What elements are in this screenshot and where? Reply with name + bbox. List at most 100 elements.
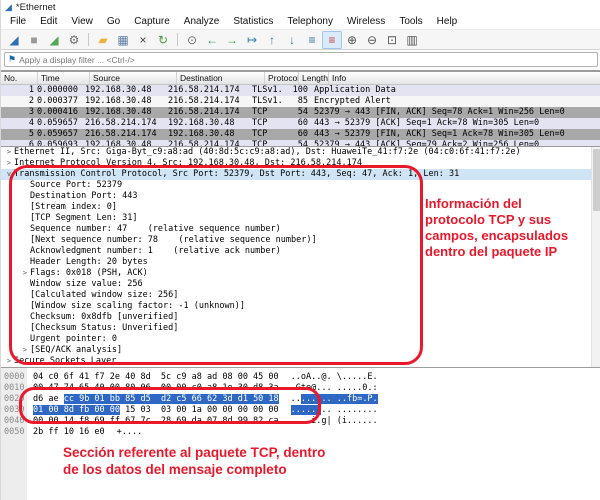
previous-packet-icon[interactable]: ← bbox=[202, 31, 222, 49]
menu-item-capture[interactable]: Capture bbox=[127, 15, 177, 29]
detail-line-1[interactable]: >Internet Protocol Version 4, Src: 192.1… bbox=[1, 158, 600, 169]
restart-capture-icon[interactable]: ◢ bbox=[44, 31, 64, 49]
find-packet-icon[interactable]: ⊙ bbox=[182, 31, 202, 49]
collapsed-arrow-icon[interactable]: > bbox=[20, 345, 30, 356]
display-filter-input[interactable] bbox=[19, 54, 597, 65]
row-gutter bbox=[1, 85, 9, 96]
cell-source: 192.168.30.48 bbox=[85, 96, 168, 107]
auto-scroll-icon[interactable]: ≡ bbox=[302, 31, 322, 49]
hex-bytes: 04 c0 6f 41 f7 2e 40 8d 5c c9 a8 ad 08 0… bbox=[33, 372, 279, 382]
collapsed-arrow-icon[interactable]: > bbox=[4, 158, 14, 169]
detail-line-13[interactable]: [Calculated window size: 256] bbox=[1, 290, 600, 301]
annotation-tcp-section: Sección referente al paquete TCP, dentro… bbox=[63, 444, 393, 478]
hex-bytes: d6 ae cc 9b 01 bb 85 d5 d2 c5 66 62 3d d… bbox=[33, 394, 279, 404]
menu-item-telephony[interactable]: Telephony bbox=[280, 15, 340, 29]
start-capture-icon[interactable]: ◢ bbox=[4, 31, 24, 49]
detail-text: Checksum: 0x8dfb [unverified] bbox=[30, 312, 178, 322]
packet-row-4[interactable]: 40.059657216.58.214.174192.168.30.48TCP6… bbox=[1, 118, 600, 129]
colorize-packets-icon[interactable]: ≡ bbox=[322, 31, 342, 49]
detail-text: Urgent pointer: 0 bbox=[30, 334, 117, 344]
window-title: *Ethernet bbox=[16, 2, 56, 13]
cell-info: 443 → 52379 [FIN, ACK] Seq=1 Ack=78 Win=… bbox=[308, 129, 600, 140]
zoom-in-icon[interactable]: ⊕ bbox=[342, 31, 362, 49]
reload-file-icon[interactable]: ↻ bbox=[153, 31, 173, 49]
resize-columns-icon[interactable]: ▥ bbox=[402, 31, 422, 49]
hex-row-0030[interactable]: 003001 00 8d fb 00 00 15 03 03 00 1a 00 … bbox=[1, 405, 600, 416]
detail-text: Flags: 0x018 (PSH, ACK) bbox=[30, 268, 148, 278]
hex-row-0000[interactable]: 000004 c0 6f 41 f7 2e 40 8d 5c c9 a8 ad … bbox=[1, 372, 600, 383]
cell-destination: 192.168.30.48 bbox=[168, 129, 252, 140]
menu-item-wireless[interactable]: Wireless bbox=[340, 15, 392, 29]
menu-item-file[interactable]: File bbox=[3, 15, 33, 29]
menu-item-help[interactable]: Help bbox=[430, 15, 465, 29]
hex-ascii: ..oA..@. \.....E. bbox=[291, 372, 378, 382]
collapsed-arrow-icon[interactable]: > bbox=[4, 356, 14, 367]
close-file-icon[interactable]: × bbox=[133, 31, 153, 49]
detail-line-18[interactable]: >[SEQ/ACK analysis] bbox=[1, 345, 600, 356]
next-packet-icon[interactable]: → bbox=[222, 31, 242, 49]
hex-offset: 0010 bbox=[4, 383, 29, 394]
detail-text: Transmission Control Protocol, Src Port:… bbox=[14, 169, 459, 179]
detail-text: [SEQ/ACK analysis] bbox=[30, 345, 122, 355]
hex-row-0050[interactable]: 00502b ff 10 16 e0+.... bbox=[1, 427, 600, 438]
detail-line-16[interactable]: [Checksum Status: Unverified] bbox=[1, 323, 600, 334]
hex-row-0010[interactable]: 0010 00 47 74 65 40 00 80 06 00 00 c0 a8 … bbox=[1, 383, 600, 394]
detail-line-0[interactable]: >Ethernet II, Src: Giga-Byt_c9:a8:ad (40… bbox=[1, 147, 600, 158]
detail-line-17[interactable]: Urgent pointer: 0 bbox=[1, 334, 600, 345]
zoom-original-icon[interactable]: ⊡ bbox=[382, 31, 402, 49]
row-gutter bbox=[1, 107, 9, 118]
wireshark-logo-icon: ◢ bbox=[5, 3, 12, 12]
save-file-icon[interactable]: ▦ bbox=[113, 31, 133, 49]
column-header-time[interactable]: Time bbox=[38, 72, 90, 84]
packet-row-5[interactable]: 50.059657216.58.214.174192.168.30.48TCP6… bbox=[1, 129, 600, 140]
hex-ascii-selected: ...... ..fb=.P. bbox=[301, 394, 378, 404]
menu-item-analyze[interactable]: Analyze bbox=[177, 15, 227, 29]
column-header-info[interactable]: Info bbox=[329, 72, 600, 84]
detail-line-12[interactable]: Window size value: 256 bbox=[1, 279, 600, 290]
first-packet-icon[interactable]: ↑ bbox=[262, 31, 282, 49]
hex-row-0020[interactable]: 0020d6 ae cc 9b 01 bb 85 d5 d2 c5 66 62 … bbox=[1, 394, 600, 405]
detail-line-19[interactable]: >Secure Sockets Layer bbox=[1, 356, 600, 367]
column-header-no[interactable]: No. bbox=[1, 72, 38, 84]
column-header-length[interactable]: Length bbox=[299, 72, 329, 84]
menu-item-statistics[interactable]: Statistics bbox=[226, 15, 280, 29]
detail-text: Destination Port: 443 bbox=[30, 191, 137, 201]
open-file-icon[interactable]: ▰ bbox=[93, 31, 113, 49]
detail-line-2[interactable]: vTransmission Control Protocol, Src Port… bbox=[1, 169, 600, 180]
display-filter-box[interactable]: ⚑ bbox=[4, 52, 598, 67]
menu-item-edit[interactable]: Edit bbox=[33, 15, 64, 29]
packet-row-1[interactable]: 10.000000192.168.30.48216.58.214.174TLSv… bbox=[1, 85, 600, 96]
menu-item-go[interactable]: Go bbox=[100, 15, 127, 29]
hex-bytes: 00 47 74 65 40 00 80 06 00 00 c0 a8 1e 3… bbox=[33, 383, 279, 393]
collapsed-arrow-icon[interactable]: > bbox=[4, 147, 14, 158]
cell-info: 52379 → 443 [FIN, ACK] Seq=78 Ack=1 Win=… bbox=[308, 107, 600, 118]
packet-row-3[interactable]: 30.000416192.168.30.48216.58.214.174TCP5… bbox=[1, 107, 600, 118]
cell-destination: 216.58.214.174 bbox=[168, 96, 252, 107]
detail-text: Sequence number: 47 (relative sequence n… bbox=[30, 224, 281, 234]
cell-protocol: TCP bbox=[252, 118, 282, 129]
menu-item-view[interactable]: View bbox=[64, 15, 100, 29]
last-packet-icon[interactable]: ↓ bbox=[282, 31, 302, 49]
detail-line-14[interactable]: [Window size scaling factor: -1 (unknown… bbox=[1, 301, 600, 312]
go-to-packet-icon[interactable]: ↦ bbox=[242, 31, 262, 49]
hex-bytes: 2b ff 10 16 e0 bbox=[33, 427, 105, 437]
row-gutter bbox=[1, 96, 9, 107]
column-header-source[interactable]: Source bbox=[90, 72, 177, 84]
menu-item-tools[interactable]: Tools bbox=[392, 15, 429, 29]
cell-time: 0.000416 bbox=[34, 107, 85, 118]
cell-length: 100 bbox=[282, 85, 308, 96]
filter-bookmark-icon[interactable]: ⚑ bbox=[5, 54, 19, 65]
hex-row-0040[interactable]: 004000 00 14 f8 69 ff 67 7c 28 69 da 07 … bbox=[1, 416, 600, 427]
detail-text: Acknowledgment number: 1 (relative ack n… bbox=[30, 246, 281, 256]
capture-options-icon[interactable]: ⚙ bbox=[64, 31, 84, 49]
collapsed-arrow-icon[interactable]: > bbox=[20, 268, 30, 279]
column-header-protocol[interactable]: Protocol bbox=[265, 72, 299, 84]
detail-line-11[interactable]: >Flags: 0x018 (PSH, ACK) bbox=[1, 268, 600, 279]
stop-capture-icon[interactable]: ■ bbox=[24, 31, 44, 49]
detail-line-3[interactable]: Source Port: 52379 bbox=[1, 180, 600, 191]
detail-line-15[interactable]: Checksum: 0x8dfb [unverified] bbox=[1, 312, 600, 323]
expanded-arrow-icon[interactable]: v bbox=[4, 169, 14, 180]
column-header-destination[interactable]: Destination bbox=[177, 72, 265, 84]
packet-row-2[interactable]: 20.000377192.168.30.48216.58.214.174TLSv… bbox=[1, 96, 600, 107]
zoom-out-icon[interactable]: ⊖ bbox=[362, 31, 382, 49]
